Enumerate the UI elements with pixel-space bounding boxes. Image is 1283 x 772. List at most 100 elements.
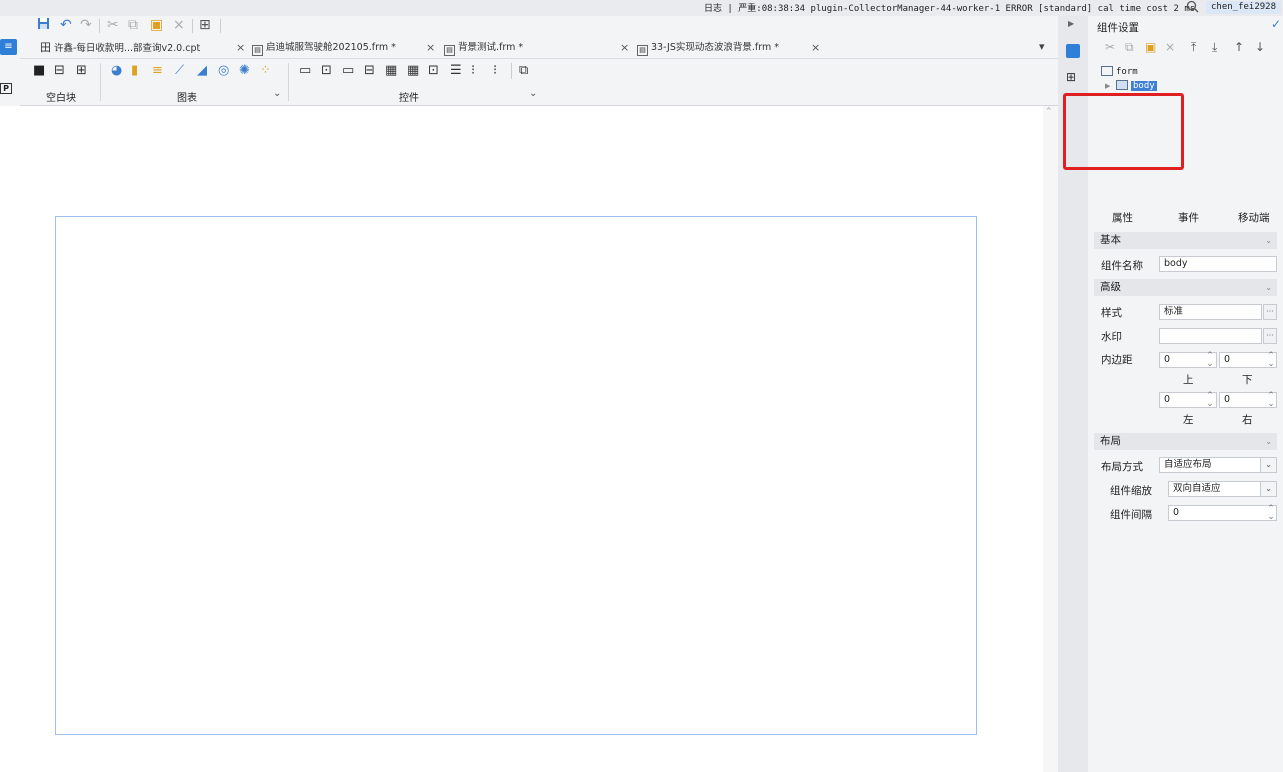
padding-label: 内边距 (1101, 354, 1133, 366)
check-icon[interactable]: ✓ (1271, 17, 1281, 31)
expand-arrow-icon[interactable]: ▶ (1105, 82, 1110, 90)
copy-icon[interactable]: ⧉ (1125, 40, 1134, 54)
close-icon[interactable]: × (811, 38, 820, 58)
close-icon[interactable]: × (426, 38, 435, 58)
delete-icon[interactable]: × (1165, 40, 1175, 54)
chevron-down-icon[interactable]: ⌄ (529, 88, 537, 99)
section-layout[interactable]: 布局 ⌄ (1094, 433, 1277, 450)
absolute-block-icon[interactable]: ■ (33, 64, 45, 78)
section-basic[interactable]: 基本 ⌄ (1094, 232, 1277, 249)
component-scale-select[interactable]: 双向自适应 ⌄ (1168, 481, 1277, 497)
red-highlight-annotation (1063, 93, 1184, 170)
section-advanced[interactable]: 高级 ⌄ (1094, 279, 1277, 296)
log-status-text[interactable]: 日志 | 严重:08:38:34 plugin-CollectorManager… (704, 1, 1195, 14)
tab-mobile[interactable]: 移动端 (1238, 210, 1270, 225)
radio-group-icon[interactable]: ⁝ (471, 64, 475, 78)
blank-block-label: 空白块 (46, 93, 76, 104)
style-more-button[interactable]: ··· (1263, 304, 1277, 320)
horizontal-bar-chart-icon[interactable]: ≡ (152, 64, 163, 78)
label-widget-icon[interactable]: ⊡ (321, 64, 332, 78)
date-widget-icon[interactable]: ▦ (385, 64, 397, 78)
pie-chart-icon[interactable]: ◕ (111, 64, 122, 78)
copy-icon[interactable]: ⧉ (128, 17, 138, 33)
padding-bottom-label: 下 (1242, 374, 1253, 386)
vertical-scrollbar[interactable]: ⌃ (1043, 106, 1058, 772)
tree-node-body[interactable]: body (1116, 80, 1157, 92)
component-gap-stepper[interactable]: ⌃ ⌄ (1266, 505, 1276, 522)
number-widget-icon[interactable]: ⊡ (428, 64, 439, 78)
move-top-icon[interactable]: ⤒ (1191, 40, 1196, 54)
line-chart-icon[interactable]: ⟋ (175, 64, 184, 78)
template-icon[interactable]: ≡ (0, 39, 17, 55)
move-down-icon[interactable]: ↓ (1255, 40, 1265, 54)
param-icon[interactable]: P (0, 83, 12, 94)
style-field[interactable]: 标准 (1159, 304, 1262, 320)
close-icon[interactable]: × (236, 38, 245, 58)
gauge-chart-icon[interactable]: ◎ (218, 64, 229, 78)
preview-icon[interactable]: ⊞ (199, 17, 211, 33)
user-name[interactable]: chen_fei2928 (1206, 1, 1282, 14)
more-widgets-icon[interactable]: ⧉ (519, 64, 528, 78)
checkbox-group-icon[interactable]: ⁝ (493, 64, 497, 78)
control-label: 控件 (399, 93, 419, 104)
delete-icon[interactable]: × (173, 17, 185, 33)
move-up-icon[interactable]: ↑ (1234, 40, 1244, 54)
move-bottom-icon[interactable]: ⤓ (1212, 40, 1217, 54)
save-icon[interactable] (37, 17, 50, 34)
padding-left-stepper[interactable]: ⌃ ⌄ (1205, 392, 1215, 409)
chevron-down-icon[interactable]: ⌄ (273, 88, 281, 99)
padding-top-stepper[interactable]: ⌃ ⌄ (1205, 352, 1215, 369)
tab-label: 启迪城服驾驶舱202105.frm * (266, 42, 396, 53)
bar-chart-icon[interactable]: ▮ (131, 64, 138, 78)
tab-daily-collection[interactable]: 田许鑫-每日收款明...部查询v2.0.cpt (40, 38, 200, 58)
tab-events[interactable]: 事件 (1178, 210, 1199, 225)
file-tab-bar: 田许鑫-每日收款明...部查询v2.0.cpt × ▤ 启迪城服驾驶舱202105… (20, 36, 1060, 59)
paste-icon[interactable]: ▣ (150, 17, 163, 33)
tab-label: 33-JS实现动态波浪背景.frm * (651, 42, 780, 53)
left-edge-panel: ≡ P 参数 (0, 16, 20, 120)
button-widget-icon[interactable]: ▭ (299, 64, 311, 78)
chevron-down-icon: ⌄ (1265, 437, 1272, 446)
widget-library-icon[interactable]: ⊞ (1066, 71, 1079, 84)
property-tabs: 属性 事件 移动端 (1088, 206, 1283, 228)
tab-wave-background[interactable]: ▤ 33-JS实现动态波浪背景.frm * (637, 38, 779, 58)
quick-toolbar: ↶ ↷ ✂ ⧉ ▣ × ⊞ (20, 16, 1060, 36)
padding-bottom-stepper[interactable]: ⌃ ⌄ (1266, 352, 1276, 369)
scroll-up-icon[interactable]: ⌃ (1045, 107, 1053, 117)
design-canvas[interactable]: ⌃ (0, 106, 1058, 772)
grid-block-icon[interactable]: ⊞ (76, 64, 87, 78)
search-icon[interactable] (1186, 0, 1199, 16)
cut-icon[interactable]: ✂ (1105, 40, 1115, 54)
redo-icon[interactable]: ↷ (80, 17, 92, 33)
tree-node-form[interactable]: form (1101, 66, 1138, 78)
chevron-down-icon: ⌄ (1260, 482, 1276, 496)
combo-widget-icon[interactable]: ⊟ (364, 64, 375, 78)
body-container[interactable] (55, 216, 977, 735)
collapse-arrow-icon[interactable]: ▶ (1068, 19, 1074, 28)
tab-background-test[interactable]: ▤ 背景测试.frm * (444, 38, 523, 58)
tab-list-icon[interactable]: ▾ (1039, 40, 1045, 53)
undo-icon[interactable]: ↶ (60, 17, 72, 33)
tab-cockpit-form[interactable]: ▤ 启迪城服驾驶舱202105.frm * (252, 38, 396, 58)
watermark-field[interactable] (1159, 328, 1262, 344)
component-settings-panel: 组件设置 ✓ ✂ ⧉ ▣ × ⤒ ⤓ ↑ ↓ form ▶ body 属性 事件… (1063, 16, 1283, 772)
list-widget-icon[interactable]: ☰ (450, 64, 462, 78)
cut-icon[interactable]: ✂ (107, 17, 119, 33)
tab-properties[interactable]: 属性 (1112, 210, 1133, 225)
scatter-chart-icon[interactable]: ⁘ (260, 64, 271, 78)
component-name-field[interactable]: body (1159, 256, 1277, 272)
text-widget-icon[interactable]: ▭ (342, 64, 354, 78)
calendar-widget-icon[interactable]: ▦ (407, 64, 419, 78)
radar-chart-icon[interactable]: ✺ (239, 64, 250, 78)
area-chart-icon[interactable]: ◢ (197, 64, 207, 78)
watermark-more-button[interactable]: ··· (1263, 328, 1277, 344)
layout-mode-select[interactable]: 自适应布局 ⌄ (1159, 457, 1277, 473)
padding-right-stepper[interactable]: ⌃ ⌄ (1266, 392, 1276, 409)
tab-block-icon[interactable]: ⊟ (54, 64, 65, 78)
log-label[interactable]: 日志 (704, 4, 722, 14)
log-message: 严重:08:38:34 plugin-CollectorManager-44-w… (738, 4, 1196, 14)
component-settings-icon[interactable] (1066, 44, 1080, 58)
close-icon[interactable]: × (620, 38, 629, 58)
component-gap-field[interactable]: 0 (1168, 505, 1277, 521)
paste-icon[interactable]: ▣ (1145, 40, 1156, 54)
